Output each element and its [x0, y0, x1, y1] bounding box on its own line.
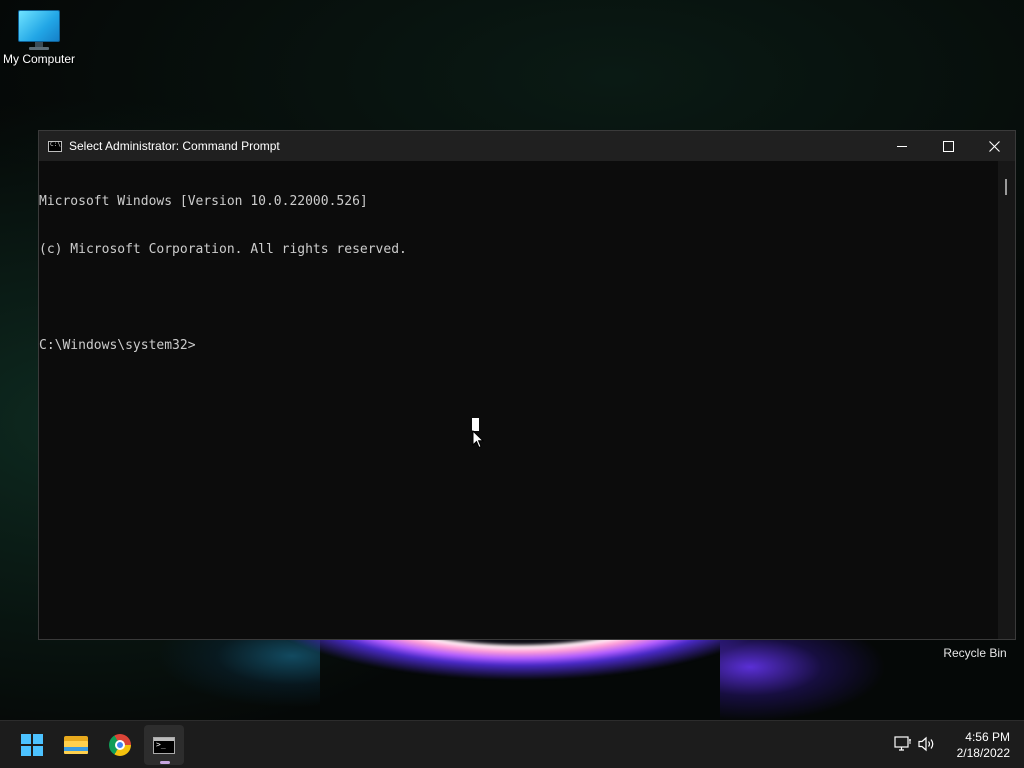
- monitor-icon: [18, 10, 60, 50]
- minimize-icon: [897, 145, 907, 147]
- console-line: Microsoft Windows [Version 10.0.22000.52…: [39, 194, 368, 209]
- maximize-button[interactable]: [925, 131, 971, 161]
- console-prompt: C:\Windows\system32>: [39, 338, 196, 353]
- desktop-icon-my-computer[interactable]: My Computer: [2, 10, 76, 66]
- folder-icon: [64, 736, 88, 754]
- desktop-icon-recycle-bin[interactable]: Recycle Bin: [940, 646, 1010, 660]
- command-prompt-window: Select Administrator: Command Prompt Mic…: [38, 130, 1016, 640]
- command-prompt-icon: [48, 140, 62, 152]
- clock-time: 4:56 PM: [965, 730, 1010, 744]
- console-line: (c) Microsoft Corporation. All rights re…: [39, 242, 407, 257]
- mouse-pointer-icon: [472, 430, 484, 449]
- close-button[interactable]: [971, 131, 1017, 161]
- taskbar: 4:56 PM 2/18/2022: [0, 720, 1024, 768]
- clock-date: 2/18/2022: [956, 746, 1010, 760]
- windows-logo-icon: [21, 734, 43, 756]
- chrome-icon: [109, 734, 131, 756]
- start-button[interactable]: [12, 725, 52, 765]
- maximize-icon: [942, 140, 954, 152]
- close-icon: [988, 140, 1000, 152]
- taskbar-clock[interactable]: 4:56 PM 2/18/2022: [944, 729, 1010, 761]
- desktop-icon-label: My Computer: [2, 52, 76, 66]
- active-app-indicator: [160, 761, 170, 764]
- volume-icon[interactable]: [918, 736, 936, 752]
- taskbar-file-explorer[interactable]: [56, 725, 96, 765]
- taskbar-command-prompt[interactable]: [144, 725, 184, 765]
- window-title: Select Administrator: Command Prompt: [69, 139, 280, 153]
- console-output[interactable]: Microsoft Windows [Version 10.0.22000.52…: [39, 161, 999, 640]
- network-icon[interactable]: [894, 736, 912, 752]
- minimize-button[interactable]: [879, 131, 925, 161]
- console-scrollbar[interactable]: [998, 161, 1015, 639]
- command-prompt-icon: [153, 736, 175, 754]
- taskbar-chrome[interactable]: [100, 725, 140, 765]
- window-titlebar[interactable]: Select Administrator: Command Prompt: [39, 131, 1015, 161]
- scrollbar-thumb[interactable]: [1005, 179, 1007, 195]
